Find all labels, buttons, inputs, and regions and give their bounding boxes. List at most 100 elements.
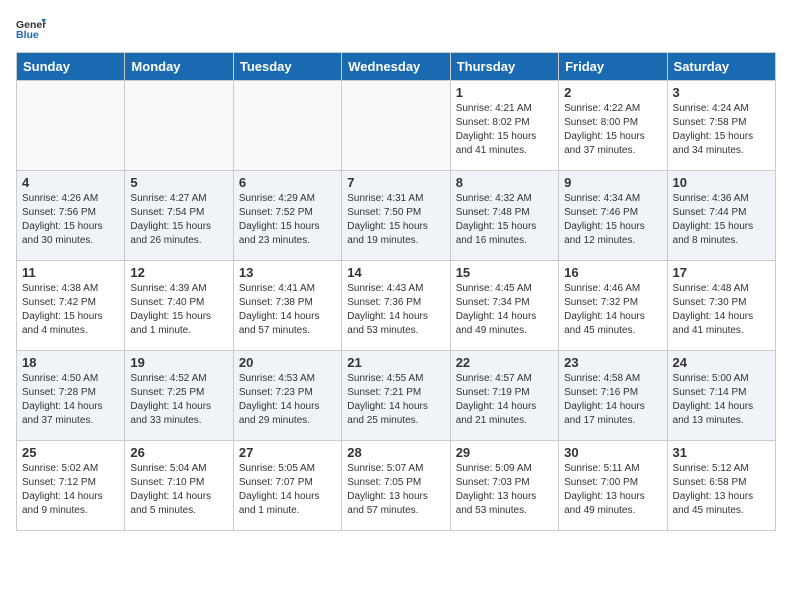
calendar-cell: 25Sunrise: 5:02 AMSunset: 7:12 PMDayligh… bbox=[17, 441, 125, 531]
cell-info: Sunrise: 5:04 AMSunset: 7:10 PMDaylight:… bbox=[130, 462, 227, 518]
cell-date-number: 12 bbox=[130, 265, 227, 280]
cell-info: Sunrise: 5:12 AMSunset: 6:58 PMDaylight:… bbox=[673, 462, 770, 518]
cell-date-number: 14 bbox=[347, 265, 444, 280]
cell-date-number: 2 bbox=[564, 85, 661, 100]
calendar-cell: 11 Sunrise: 4:38 AMSunset: 7:42 PMDayligh… bbox=[17, 261, 125, 351]
cell-date-number: 27 bbox=[239, 445, 336, 460]
calendar-cell: 29 Sunrise: 5:09 AMSunset: 7:03 PMDayligh… bbox=[450, 441, 558, 531]
cell-date-number: 9 bbox=[564, 175, 661, 190]
cell-info: Sunrise: 4:21 AMSunset: 8:02 PMDaylight:… bbox=[456, 102, 553, 158]
cell-info: Sunrise: 4:32 AMSunset: 7:48 PMDaylight:… bbox=[456, 192, 553, 248]
cell-date-number: 19 bbox=[130, 355, 227, 370]
calendar-cell: 18 Sunrise: 4:50 AMSunset: 7:28 PMDayligh… bbox=[17, 351, 125, 441]
cell-date-number: 7 bbox=[347, 175, 444, 190]
weekday-header-friday: Friday bbox=[559, 53, 667, 81]
calendar-cell: 20 Sunrise: 4:53 AMSunset: 7:23 PMDayligh… bbox=[233, 351, 341, 441]
cell-date-number: 6 bbox=[239, 175, 336, 190]
calendar-cell: 4 Sunrise: 4:26 AMSunset: 7:56 PMDaylight… bbox=[17, 171, 125, 261]
calendar-cell: 13 Sunrise: 4:41 AMSunset: 7:38 PMDayligh… bbox=[233, 261, 341, 351]
calendar-cell: 3 Sunrise: 4:24 AMSunset: 7:58 PMDaylight… bbox=[667, 81, 775, 171]
cell-date-number: 1 bbox=[456, 85, 553, 100]
cell-info: Sunrise: 4:24 AMSunset: 7:58 PMDaylight:… bbox=[673, 102, 770, 158]
cell-date-number: 26 bbox=[130, 445, 227, 460]
calendar-cell: 12 Sunrise: 4:39 AMSunset: 7:40 PMDayligh… bbox=[125, 261, 233, 351]
cell-date-number: 11 bbox=[22, 265, 119, 280]
calendar-cell: 9 Sunrise: 4:34 AMSunset: 7:46 PMDaylight… bbox=[559, 171, 667, 261]
calendar-cell: 21 Sunrise: 4:55 AMSunset: 7:21 PMDayligh… bbox=[342, 351, 450, 441]
logo-icon: General Blue bbox=[16, 16, 46, 40]
cell-date-number: 28 bbox=[347, 445, 444, 460]
calendar-cell: 2Sunrise: 4:22 AMSunset: 8:00 PMDaylight… bbox=[559, 81, 667, 171]
cell-info: Sunrise: 4:43 AMSunset: 7:36 PMDaylight:… bbox=[347, 282, 444, 338]
calendar-cell: 16Sunrise: 4:46 AMSunset: 7:32 PMDayligh… bbox=[559, 261, 667, 351]
cell-info: Sunrise: 5:11 AMSunset: 7:00 PMDaylight:… bbox=[564, 462, 661, 518]
weekday-header-wednesday: Wednesday bbox=[342, 53, 450, 81]
calendar-table: SundayMondayTuesdayWednesdayThursdayFrid… bbox=[16, 52, 776, 531]
cell-info: Sunrise: 5:07 AMSunset: 7:05 PMDaylight:… bbox=[347, 462, 444, 518]
calendar-week-row: 1 Sunrise: 4:21 AMSunset: 8:02 PMDaylight… bbox=[17, 81, 776, 171]
weekday-header-thursday: Thursday bbox=[450, 53, 558, 81]
cell-info: Sunrise: 4:34 AMSunset: 7:46 PMDaylight:… bbox=[564, 192, 661, 248]
weekday-header-row: SundayMondayTuesdayWednesdayThursdayFrid… bbox=[17, 53, 776, 81]
cell-info: Sunrise: 4:58 AMSunset: 7:16 PMDaylight:… bbox=[564, 372, 661, 428]
calendar-cell: 23 Sunrise: 4:58 AMSunset: 7:16 PMDayligh… bbox=[559, 351, 667, 441]
calendar-cell: 19 Sunrise: 4:52 AMSunset: 7:25 PMDayligh… bbox=[125, 351, 233, 441]
cell-info: Sunrise: 4:27 AMSunset: 7:54 PMDaylight:… bbox=[130, 192, 227, 248]
calendar-cell: 7 Sunrise: 4:31 AMSunset: 7:50 PMDaylight… bbox=[342, 171, 450, 261]
calendar-cell: 26 Sunrise: 5:04 AMSunset: 7:10 PMDayligh… bbox=[125, 441, 233, 531]
calendar-cell: 31 Sunrise: 5:12 AMSunset: 6:58 PMDayligh… bbox=[667, 441, 775, 531]
cell-info: Sunrise: 4:48 AMSunset: 7:30 PMDaylight:… bbox=[673, 282, 770, 338]
cell-date-number: 15 bbox=[456, 265, 553, 280]
weekday-header-tuesday: Tuesday bbox=[233, 53, 341, 81]
cell-info: Sunrise: 5:02 AMSunset: 7:12 PMDaylight:… bbox=[22, 462, 119, 518]
page-header: General Blue bbox=[16, 16, 776, 40]
calendar-cell: 10 Sunrise: 4:36 AMSunset: 7:44 PMDayligh… bbox=[667, 171, 775, 261]
cell-info: Sunrise: 4:53 AMSunset: 7:23 PMDaylight:… bbox=[239, 372, 336, 428]
cell-info: Sunrise: 4:38 AMSunset: 7:42 PMDaylight:… bbox=[22, 282, 119, 338]
calendar-cell: 1 Sunrise: 4:21 AMSunset: 8:02 PMDaylight… bbox=[450, 81, 558, 171]
cell-info: Sunrise: 4:55 AMSunset: 7:21 PMDaylight:… bbox=[347, 372, 444, 428]
calendar-cell: 24 Sunrise: 5:00 AMSunset: 7:14 PMDayligh… bbox=[667, 351, 775, 441]
cell-date-number: 10 bbox=[673, 175, 770, 190]
cell-info: Sunrise: 5:09 AMSunset: 7:03 PMDaylight:… bbox=[456, 462, 553, 518]
cell-date-number: 20 bbox=[239, 355, 336, 370]
cell-info: Sunrise: 4:26 AMSunset: 7:56 PMDaylight:… bbox=[22, 192, 119, 248]
cell-info: Sunrise: 4:41 AMSunset: 7:38 PMDaylight:… bbox=[239, 282, 336, 338]
cell-info: Sunrise: 4:39 AMSunset: 7:40 PMDaylight:… bbox=[130, 282, 227, 338]
cell-info: Sunrise: 5:05 AMSunset: 7:07 PMDaylight:… bbox=[239, 462, 336, 518]
cell-date-number: 22 bbox=[456, 355, 553, 370]
calendar-cell: 5 Sunrise: 4:27 AMSunset: 7:54 PMDaylight… bbox=[125, 171, 233, 261]
weekday-header-monday: Monday bbox=[125, 53, 233, 81]
cell-date-number: 13 bbox=[239, 265, 336, 280]
cell-date-number: 21 bbox=[347, 355, 444, 370]
calendar-week-row: 4 Sunrise: 4:26 AMSunset: 7:56 PMDaylight… bbox=[17, 171, 776, 261]
cell-info: Sunrise: 5:00 AMSunset: 7:14 PMDaylight:… bbox=[673, 372, 770, 428]
calendar-week-row: 25Sunrise: 5:02 AMSunset: 7:12 PMDayligh… bbox=[17, 441, 776, 531]
cell-date-number: 29 bbox=[456, 445, 553, 460]
cell-date-number: 18 bbox=[22, 355, 119, 370]
cell-date-number: 16 bbox=[564, 265, 661, 280]
calendar-week-row: 18 Sunrise: 4:50 AMSunset: 7:28 PMDayligh… bbox=[17, 351, 776, 441]
cell-date-number: 5 bbox=[130, 175, 227, 190]
cell-date-number: 24 bbox=[673, 355, 770, 370]
cell-date-number: 3 bbox=[673, 85, 770, 100]
logo: General Blue bbox=[16, 16, 46, 40]
cell-date-number: 4 bbox=[22, 175, 119, 190]
cell-info: Sunrise: 4:57 AMSunset: 7:19 PMDaylight:… bbox=[456, 372, 553, 428]
cell-info: Sunrise: 4:50 AMSunset: 7:28 PMDaylight:… bbox=[22, 372, 119, 428]
weekday-header-saturday: Saturday bbox=[667, 53, 775, 81]
cell-info: Sunrise: 4:31 AMSunset: 7:50 PMDaylight:… bbox=[347, 192, 444, 248]
calendar-cell bbox=[17, 81, 125, 171]
cell-date-number: 30 bbox=[564, 445, 661, 460]
cell-info: Sunrise: 4:36 AMSunset: 7:44 PMDaylight:… bbox=[673, 192, 770, 248]
calendar-cell: 27 Sunrise: 5:05 AMSunset: 7:07 PMDayligh… bbox=[233, 441, 341, 531]
calendar-cell bbox=[233, 81, 341, 171]
weekday-header-sunday: Sunday bbox=[17, 53, 125, 81]
calendar-cell: 6Sunrise: 4:29 AMSunset: 7:52 PMDaylight… bbox=[233, 171, 341, 261]
svg-text:Blue: Blue bbox=[16, 29, 39, 40]
cell-info: Sunrise: 4:52 AMSunset: 7:25 PMDaylight:… bbox=[130, 372, 227, 428]
cell-date-number: 31 bbox=[673, 445, 770, 460]
calendar-cell bbox=[125, 81, 233, 171]
cell-date-number: 23 bbox=[564, 355, 661, 370]
calendar-cell: 28 Sunrise: 5:07 AMSunset: 7:05 PMDayligh… bbox=[342, 441, 450, 531]
